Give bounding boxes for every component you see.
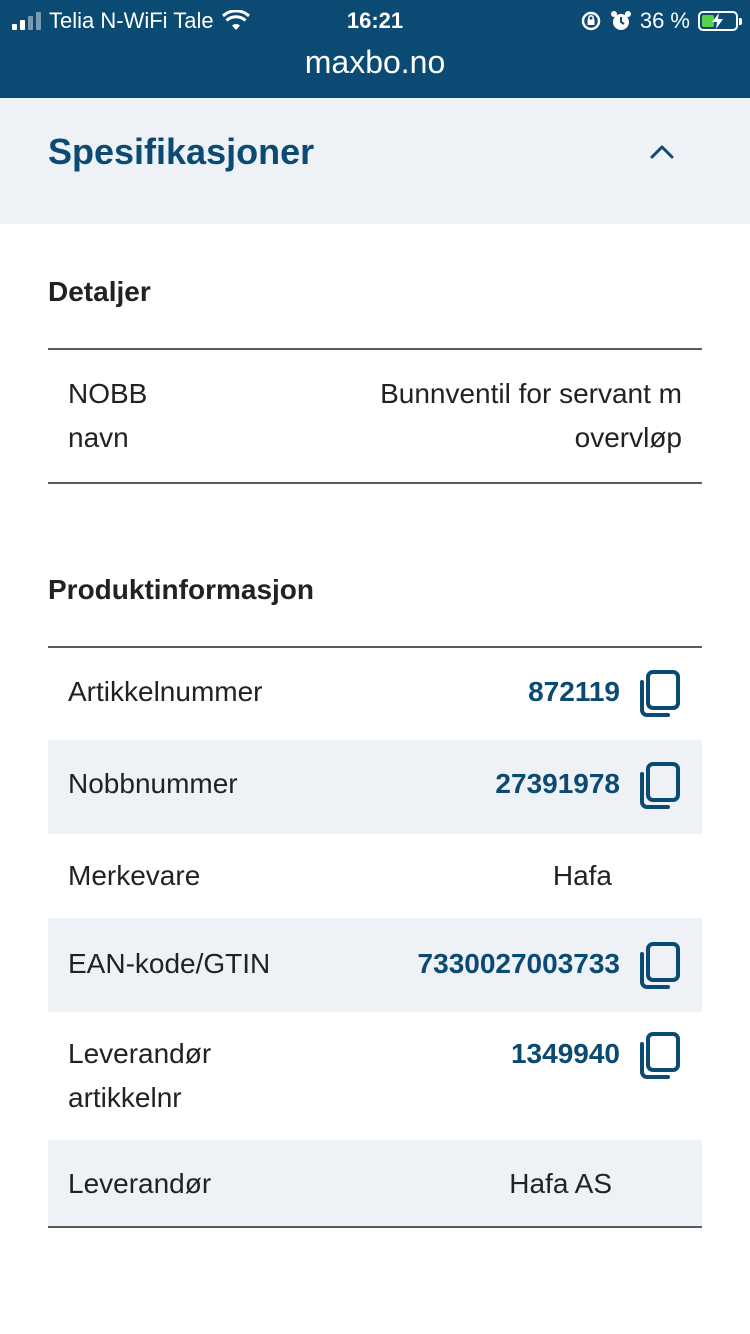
battery-charging-icon <box>698 11 742 31</box>
product-value: 1349940 <box>510 1038 620 1069</box>
details-heading: Detaljer <box>48 276 151 307</box>
product-value: Hafa <box>552 860 612 891</box>
product-key: Artikkelnummer <box>68 676 263 707</box>
alarm-icon <box>610 11 631 30</box>
specifications-title: Spesifikasjoner <box>48 131 315 172</box>
product-row-nobbnummer: Nobbnummer 27391978 <box>48 740 702 834</box>
detail-value: Bunnventil for servant m overvløp <box>380 378 682 453</box>
copy-icon[interactable] <box>638 1032 682 1080</box>
browser-top-bar: Telia N-WiFi Tale 16:21 36 % maxbo.no <box>0 0 750 98</box>
product-key: EAN-kode/GTIN <box>68 948 271 979</box>
product-value: Hafa AS <box>509 1168 612 1199</box>
specifications-accordion-header[interactable]: Spesifikasjoner <box>0 98 750 224</box>
detail-key: NOBB navn <box>68 378 148 453</box>
copy-icon[interactable] <box>638 670 682 718</box>
url-bar[interactable]: maxbo.no <box>0 40 750 84</box>
product-key: Leverandør <box>68 1168 212 1199</box>
rotation-lock-icon <box>581 11 601 31</box>
product-key: Merkevare <box>68 860 201 891</box>
charging-bolt-icon <box>712 13 723 29</box>
status-right: 36 % <box>580 6 742 36</box>
details-table: NOBB navn Bunnventil for servant m overv… <box>48 348 702 484</box>
copy-icon[interactable] <box>638 942 682 990</box>
product-info-heading: Produktinformasjon <box>48 574 315 605</box>
product-value: 27391978 <box>495 768 620 799</box>
product-value: 7330027003733 <box>417 948 620 979</box>
product-row-leverandor-artikkelnr: Leverandør artikkelnr 1349940 <box>48 1012 702 1140</box>
product-value: 872119 <box>528 676 620 707</box>
detail-row-nobb-navn: NOBB navn Bunnventil for servant m overv… <box>48 350 702 482</box>
product-row-leverandor: Leverandør Hafa AS <box>48 1140 702 1226</box>
chevron-up-icon[interactable] <box>646 136 678 168</box>
product-row-ean: EAN-kode/GTIN 7330027003733 <box>48 918 702 1012</box>
copy-icon[interactable] <box>638 762 682 810</box>
product-key: Nobbnummer <box>68 768 238 799</box>
battery-percent: 36 % <box>639 8 690 33</box>
product-row-artikkelnummer: Artikkelnummer 872119 <box>48 648 702 740</box>
product-info-table: Artikkelnummer 872119 Nobbnummer 2739197… <box>48 646 702 1228</box>
product-row-merkevare: Merkevare Hafa <box>48 834 702 918</box>
product-key: Leverandør artikkelnr <box>68 1038 212 1113</box>
